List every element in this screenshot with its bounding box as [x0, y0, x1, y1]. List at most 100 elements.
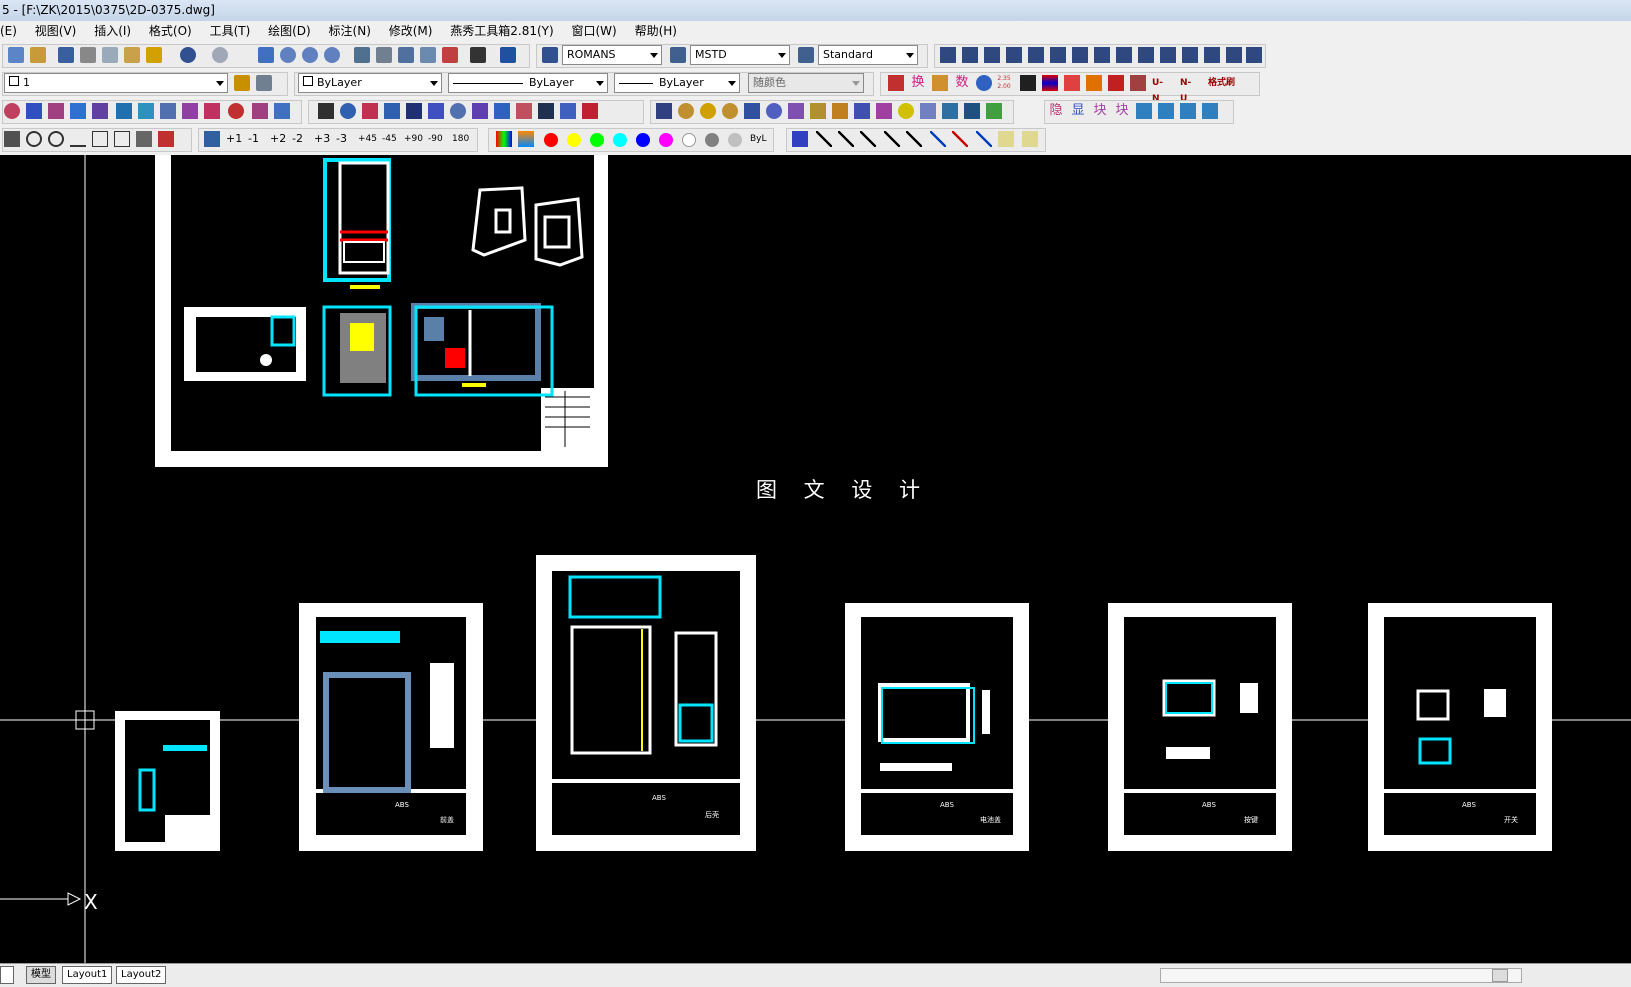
- count-icon[interactable]: [472, 103, 488, 119]
- text-style-select[interactable]: ROMANS: [562, 45, 662, 65]
- list-icon[interactable]: [406, 103, 422, 119]
- tool-palette-icon[interactable]: [398, 47, 414, 63]
- line-blue-icon[interactable]: [930, 131, 946, 147]
- color-gray-swatch[interactable]: [705, 133, 719, 147]
- menu-window[interactable]: 窗口(W): [572, 21, 617, 41]
- text-stack-icon[interactable]: [964, 103, 980, 119]
- eraser-icon[interactable]: [362, 103, 378, 119]
- color-white-swatch[interactable]: [682, 133, 696, 147]
- search-icon[interactable]: [340, 103, 356, 119]
- rotate-minus90-icon[interactable]: -90: [428, 131, 448, 147]
- yanxiu-n-u-icon[interactable]: N-U: [1180, 75, 1196, 104]
- bulb-b-icon[interactable]: [700, 103, 716, 119]
- hourglass-icon[interactable]: [516, 103, 532, 119]
- ejector-icon[interactable]: [138, 103, 154, 119]
- text-pattern-icon[interactable]: [876, 103, 892, 119]
- gear-icon[interactable]: [204, 103, 220, 119]
- bulb-c-icon[interactable]: [722, 103, 738, 119]
- frame-icon[interactable]: [538, 103, 554, 119]
- yanxiu-recalc-icon[interactable]: [976, 75, 992, 91]
- snap-icon[interactable]: [4, 131, 20, 147]
- table-grid-icon[interactable]: [318, 103, 334, 119]
- rotate-plus45-icon[interactable]: +45: [358, 131, 378, 147]
- yanxiu-format-brush-icon[interactable]: 格式刷: [1208, 75, 1236, 91]
- yanxiu-flag-icon[interactable]: [1064, 75, 1080, 91]
- multi-view-icon[interactable]: [560, 103, 576, 119]
- menu-modify[interactable]: 修改(M): [389, 21, 433, 41]
- drawing-canvas[interactable]: X ABS 前盖 ABS 后壳 ABS 电池盖 ABS 按键 ABS 开关 图 …: [0, 155, 1631, 963]
- coil-icon[interactable]: [182, 103, 198, 119]
- yanxiu-pin-icon[interactable]: [1108, 75, 1124, 91]
- zoom-window-icon[interactable]: [302, 47, 318, 63]
- dim-aligned-icon[interactable]: [962, 47, 978, 63]
- copy-icon[interactable]: [102, 47, 118, 63]
- arch-icon[interactable]: [274, 103, 290, 119]
- dim-radius-icon[interactable]: [1028, 47, 1044, 63]
- layer-previous-icon[interactable]: [256, 75, 272, 91]
- redo-icon[interactable]: [212, 47, 228, 63]
- text-aq-2-icon[interactable]: [1158, 103, 1174, 119]
- tab-scroll-left-icon[interactable]: [0, 966, 14, 984]
- text-bq-2-icon[interactable]: [1202, 103, 1218, 119]
- rotate-minus45-icon[interactable]: -45: [382, 131, 402, 147]
- plot-style-select[interactable]: 随颜色: [748, 73, 864, 93]
- circle-slash-icon[interactable]: [26, 131, 42, 147]
- zoom-realtime-icon[interactable]: [280, 47, 296, 63]
- dim-update-icon[interactable]: [1246, 47, 1262, 63]
- paste-icon[interactable]: [124, 47, 140, 63]
- layer-properties-icon[interactable]: [234, 75, 250, 91]
- yanxiu-number-icon[interactable]: 数: [954, 75, 970, 91]
- color-green-swatch[interactable]: [590, 133, 604, 147]
- dim-style-icon[interactable]: [670, 47, 686, 63]
- lineweight-select[interactable]: ByLayer: [614, 73, 740, 93]
- new-file-icon[interactable]: [8, 47, 24, 63]
- dim-continue-icon[interactable]: [1138, 47, 1154, 63]
- yanxiu-u-n-icon[interactable]: U-N: [1152, 75, 1168, 104]
- hide-icon[interactable]: 隐: [1048, 103, 1064, 119]
- chair-icon[interactable]: [114, 131, 130, 147]
- yanxiu-stripes-icon[interactable]: [1042, 75, 1058, 91]
- dim-edit-icon[interactable]: [1226, 47, 1242, 63]
- calculator-icon[interactable]: [470, 47, 486, 63]
- table-style-icon[interactable]: [798, 47, 814, 63]
- color-yellow-swatch[interactable]: [567, 133, 581, 147]
- layer-select[interactable]: 1: [4, 73, 228, 93]
- pan-icon[interactable]: [258, 47, 274, 63]
- hatch-a-icon[interactable]: [998, 131, 1014, 147]
- linetype-select[interactable]: ByLayer: [448, 73, 608, 93]
- menu-edit[interactable]: (E): [0, 21, 17, 41]
- color-red-swatch[interactable]: [544, 133, 558, 147]
- dim-diameter-icon[interactable]: [1050, 47, 1066, 63]
- line-break-icon[interactable]: [792, 131, 808, 147]
- t-bar-icon[interactable]: [116, 103, 132, 119]
- hatch-b-icon[interactable]: [1022, 131, 1038, 147]
- spring-icon[interactable]: [26, 103, 42, 119]
- quick-leader-icon[interactable]: [1160, 47, 1176, 63]
- true-color-icon[interactable]: [518, 131, 534, 147]
- menu-format[interactable]: 格式(O): [149, 21, 192, 41]
- dim-linear-icon[interactable]: [940, 47, 956, 63]
- dim-arc-icon[interactable]: [984, 47, 1000, 63]
- dim-angular-icon[interactable]: [1072, 47, 1088, 63]
- bom-icon[interactable]: [384, 103, 400, 119]
- slide-icon[interactable]: [92, 103, 108, 119]
- menu-tools[interactable]: 工具(T): [210, 21, 251, 41]
- yanxiu-sparkle-icon[interactable]: [1086, 75, 1102, 91]
- tab-layout2[interactable]: Layout2: [116, 966, 167, 984]
- line-dashed-icon[interactable]: [976, 131, 992, 147]
- yanxiu-swap-text-icon[interactable]: 换: [910, 75, 926, 91]
- bylayer-color-icon[interactable]: ByL: [750, 131, 770, 147]
- no-entry-icon[interactable]: [4, 103, 20, 119]
- rotate-minus2-icon[interactable]: -2: [292, 131, 308, 147]
- center-mark-icon[interactable]: [1204, 47, 1220, 63]
- zoom-previous-icon[interactable]: [324, 47, 340, 63]
- block-a-icon[interactable]: 块: [1092, 103, 1108, 119]
- scrollbar-thumb[interactable]: [1492, 969, 1508, 982]
- rotate-plus3-icon[interactable]: +3: [314, 131, 330, 147]
- dim-baseline-icon[interactable]: [1116, 47, 1132, 63]
- line-2-icon[interactable]: [838, 131, 854, 147]
- markup-icon[interactable]: [442, 47, 458, 63]
- color-cyan-swatch[interactable]: [613, 133, 627, 147]
- match-properties-icon[interactable]: [146, 47, 162, 63]
- rotate-minus1-icon[interactable]: -1: [248, 131, 264, 147]
